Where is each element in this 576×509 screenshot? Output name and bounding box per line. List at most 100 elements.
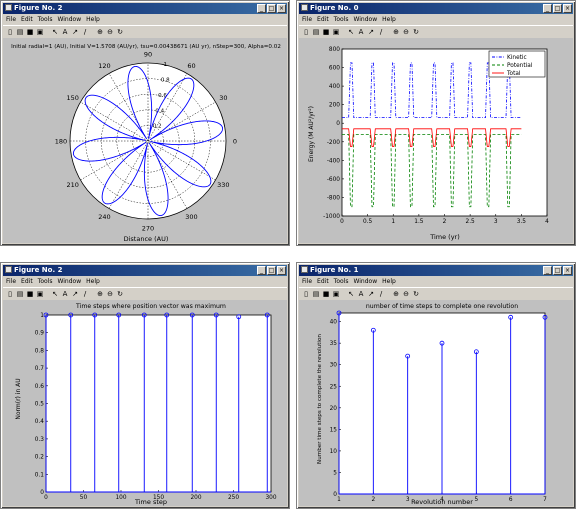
text-icon[interactable]: A (61, 290, 69, 298)
stem2-y-tick-label: 25 (330, 384, 338, 390)
menu-help[interactable]: Help (86, 278, 100, 285)
new-file-icon[interactable]: ▯ (6, 290, 14, 298)
minimize-button[interactable]: _ (257, 4, 266, 13)
toolbar: ▯ ▤ ■ ▣ ↖ A ↗ / ⊕ ⊖ ↻ (299, 287, 573, 301)
rotate-icon[interactable]: ↻ (116, 28, 124, 36)
polar-angle-label: 90 (144, 51, 152, 59)
select-arrow-icon[interactable]: ↖ (51, 28, 59, 36)
rotate-icon[interactable]: ↻ (412, 28, 420, 36)
energy-legend-label: Potential (507, 63, 533, 69)
menu-tools[interactable]: Tools (38, 16, 53, 23)
line-icon[interactable]: / (81, 290, 89, 298)
maximize-button[interactable]: □ (267, 4, 276, 13)
close-button[interactable]: × (277, 4, 286, 13)
text-icon[interactable]: A (357, 28, 365, 36)
polar-angle-label: 270 (142, 225, 154, 233)
titlebar[interactable]: Figure No. 2 _ □ × (3, 265, 287, 276)
menu-tools[interactable]: Tools (38, 278, 53, 285)
stem2-ylabel: Number time steps to complete the revolu… (317, 334, 323, 464)
print-icon[interactable]: ▣ (36, 28, 44, 36)
save-icon[interactable]: ■ (26, 290, 34, 298)
menu-window[interactable]: Window (57, 278, 81, 285)
open-icon[interactable]: ▤ (312, 290, 320, 298)
rotate-icon[interactable]: ↻ (116, 290, 124, 298)
zoom-in-icon[interactable]: ⊕ (392, 28, 400, 36)
zoom-in-icon[interactable]: ⊕ (392, 290, 400, 298)
text-icon[interactable]: A (357, 290, 365, 298)
save-icon[interactable]: ■ (322, 28, 330, 36)
titlebar[interactable]: Figure No. 0 _ □ × (299, 3, 573, 14)
zoom-out-icon[interactable]: ⊖ (106, 28, 114, 36)
select-arrow-icon[interactable]: ↖ (51, 290, 59, 298)
menu-tools[interactable]: Tools (334, 278, 349, 285)
print-icon[interactable]: ▣ (332, 28, 340, 36)
maximize-button[interactable]: □ (267, 266, 276, 275)
zoom-out-icon[interactable]: ⊖ (402, 290, 410, 298)
minimize-button[interactable]: _ (543, 266, 552, 275)
energy-x-tick-label: 2 (443, 219, 447, 225)
stem1-y-tick-label: 0.6 (35, 384, 45, 390)
line-icon[interactable]: / (377, 28, 385, 36)
menu-window[interactable]: Window (353, 278, 377, 285)
maximize-button[interactable]: □ (553, 4, 562, 13)
menu-file[interactable]: File (6, 278, 16, 285)
new-file-icon[interactable]: ▯ (302, 28, 310, 36)
print-icon[interactable]: ▣ (332, 290, 340, 298)
minimize-button[interactable]: _ (257, 266, 266, 275)
menu-window[interactable]: Window (57, 16, 81, 23)
figure-area: Time steps where position vector was max… (3, 300, 287, 506)
rotate-icon[interactable]: ↻ (412, 290, 420, 298)
menu-help[interactable]: Help (382, 278, 396, 285)
save-icon[interactable]: ■ (322, 290, 330, 298)
menu-file[interactable]: File (6, 16, 16, 23)
arrow-icon[interactable]: ↗ (367, 28, 375, 36)
stem1-y-tick-label: 0.4 (35, 419, 45, 425)
zoom-out-icon[interactable]: ⊖ (402, 28, 410, 36)
energy-legend-label: Kinetic (507, 55, 527, 61)
menu-help[interactable]: Help (382, 16, 396, 23)
arrow-icon[interactable]: ↗ (71, 28, 79, 36)
text-icon[interactable]: A (61, 28, 69, 36)
line-icon[interactable]: / (81, 28, 89, 36)
close-button[interactable]: × (277, 266, 286, 275)
close-button[interactable]: × (563, 266, 572, 275)
open-icon[interactable]: ▤ (16, 28, 24, 36)
menu-edit[interactable]: Edit (21, 278, 33, 285)
menu-edit[interactable]: Edit (21, 16, 33, 23)
open-icon[interactable]: ▤ (16, 290, 24, 298)
close-button[interactable]: × (563, 4, 572, 13)
polar-angle-label: 210 (66, 181, 78, 189)
menu-edit[interactable]: Edit (317, 16, 329, 23)
titlebar[interactable]: Figure No. 1 _ □ × (299, 265, 573, 276)
energy-y-tick-label: -600 (327, 177, 340, 183)
minimize-button[interactable]: _ (543, 4, 552, 13)
new-file-icon[interactable]: ▯ (6, 28, 14, 36)
arrow-icon[interactable]: ↗ (71, 290, 79, 298)
line-icon[interactable]: / (377, 290, 385, 298)
figure-area: Initial radial=1 (AU), Initial V=1.5708 … (3, 38, 287, 243)
print-icon[interactable]: ▣ (36, 290, 44, 298)
select-arrow-icon[interactable]: ↖ (347, 28, 355, 36)
menu-edit[interactable]: Edit (317, 278, 329, 285)
zoom-in-icon[interactable]: ⊕ (96, 290, 104, 298)
energy-y-tick-label: -1000 (323, 214, 340, 220)
stem1-title: Time steps where position vector was max… (75, 303, 226, 310)
zoom-in-icon[interactable]: ⊕ (96, 28, 104, 36)
menu-help[interactable]: Help (86, 16, 100, 23)
menu-file[interactable]: File (302, 16, 312, 23)
window-title: Figure No. 2 (14, 266, 63, 274)
figure-window-stem-max: Figure No. 2 _ □ × File Edit Tools Window Help… (0, 262, 290, 509)
arrow-icon[interactable]: ↗ (367, 290, 375, 298)
stem1-x-tick-label: 250 (228, 495, 239, 501)
menu-window[interactable]: Window (353, 16, 377, 23)
save-icon[interactable]: ■ (26, 28, 34, 36)
select-arrow-icon[interactable]: ↖ (347, 290, 355, 298)
menu-tools[interactable]: Tools (334, 16, 349, 23)
polar-xlabel: Distance (AU) (124, 235, 169, 243)
open-icon[interactable]: ▤ (312, 28, 320, 36)
titlebar[interactable]: Figure No. 2 _ □ × (3, 3, 287, 14)
menu-file[interactable]: File (302, 278, 312, 285)
new-file-icon[interactable]: ▯ (302, 290, 310, 298)
maximize-button[interactable]: □ (553, 266, 562, 275)
zoom-out-icon[interactable]: ⊖ (106, 290, 114, 298)
